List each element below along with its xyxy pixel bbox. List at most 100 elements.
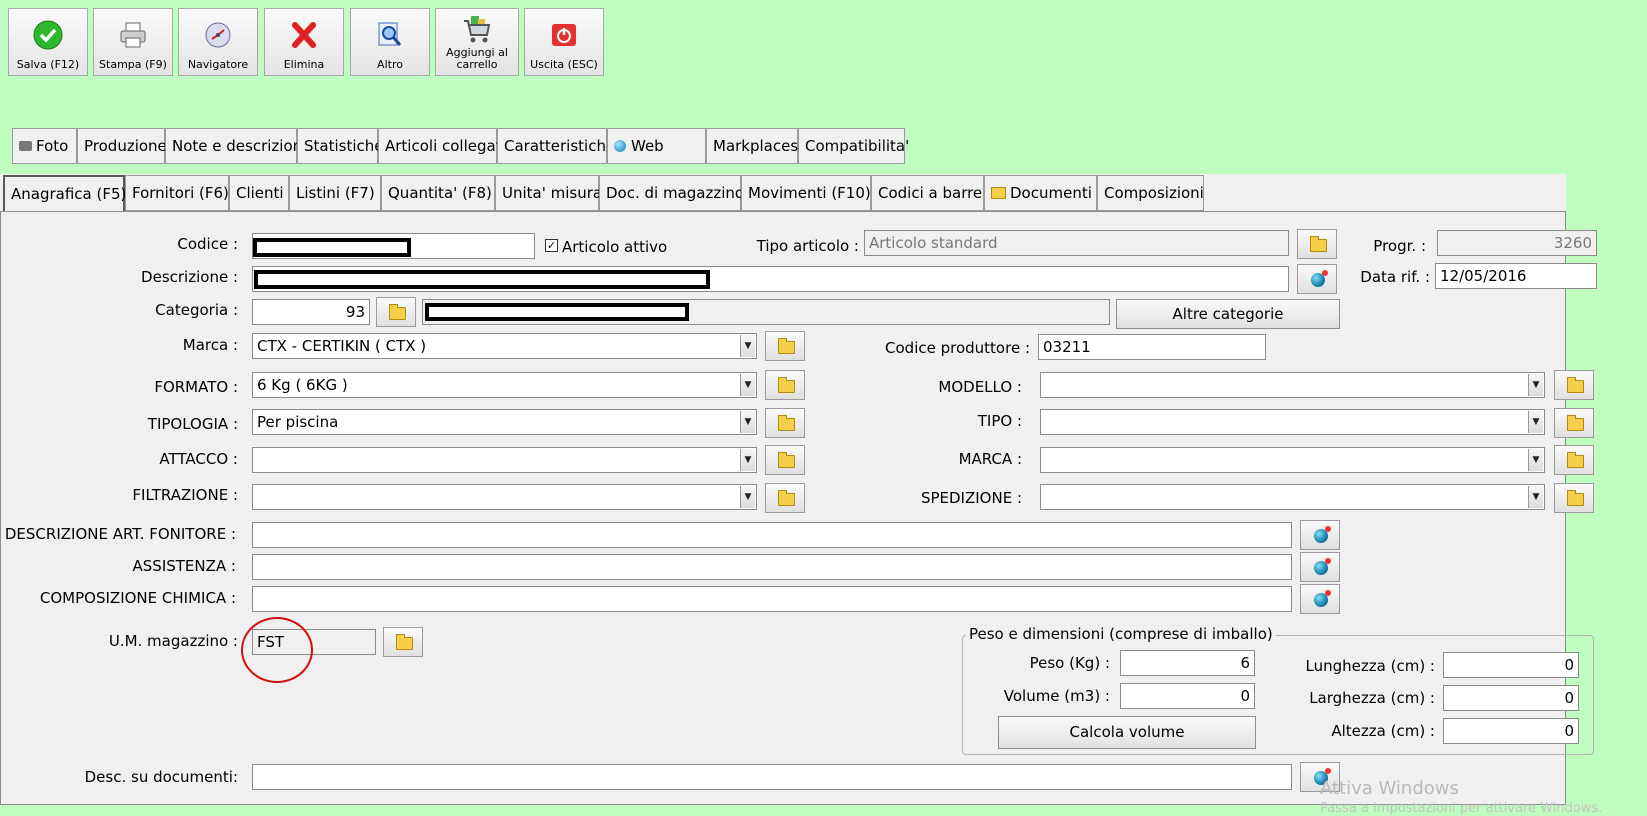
desc-documenti-input[interactable] <box>252 764 1292 790</box>
assistenza-web-button[interactable] <box>1300 552 1340 582</box>
altezza-input[interactable]: 0 <box>1443 718 1579 744</box>
delete-button[interactable]: Elimina <box>264 8 344 76</box>
folder-icon <box>778 377 795 393</box>
tab-composizioni[interactable]: Composizioni <box>1097 175 1204 211</box>
tab-unita-misura[interactable]: Unita' misura <box>495 175 602 211</box>
spedizione-select[interactable]: ▼ <box>1040 484 1545 510</box>
folder-icon <box>778 490 795 506</box>
tab-caratteristiche[interactable]: Caratteristiche <box>497 128 615 164</box>
annotation-circle <box>241 617 313 683</box>
tab-note-label: Note e descrizioni <box>172 137 307 155</box>
volume-input[interactable]: 0 <box>1120 683 1255 709</box>
spedizione-folder-button[interactable] <box>1554 483 1594 513</box>
tab-movimenti[interactable]: Movimenti (F10) <box>741 175 871 211</box>
tab-anagrafica-label: Anagrafica (F5) <box>11 185 127 203</box>
tab-listini[interactable]: Listini (F7) <box>289 175 381 211</box>
folder-icon <box>389 304 406 320</box>
composizione-chimica-web-button[interactable] <box>1300 584 1340 614</box>
marca2-folder-button[interactable] <box>1554 445 1594 475</box>
tab-web[interactable]: Web <box>607 128 706 164</box>
formato-select[interactable]: 6 Kg ( 6KG ) ▼ <box>252 372 757 398</box>
tab-fornitori-label: Fornitori (F6) <box>132 184 229 202</box>
tipo-articolo-field[interactable]: Articolo standard <box>864 230 1289 256</box>
tab-articoli-collegati[interactable]: Articoli collegati <box>378 128 506 164</box>
navigator-button[interactable]: Navigatore <box>178 8 258 76</box>
marca2-label: MARCA : <box>958 450 1022 468</box>
tab-articoli-collegati-label: Articoli collegati <box>385 137 506 155</box>
marca2-select[interactable]: ▼ <box>1040 447 1545 473</box>
filtrazione-select[interactable]: ▼ <box>252 484 757 510</box>
altre-categorie-button[interactable]: Altre categorie <box>1116 299 1340 329</box>
tab-fornitori[interactable]: Fornitori (F6) <box>125 175 229 211</box>
formato-folder-button[interactable] <box>765 370 805 400</box>
tab-quantita-label: Quantita' (F8) <box>388 184 492 202</box>
tab-clienti[interactable]: Clienti <box>229 175 289 211</box>
marca-folder-button[interactable] <box>765 331 805 361</box>
print-button[interactable]: Stampa (F9) <box>93 8 173 76</box>
calcola-volume-button[interactable]: Calcola volume <box>998 716 1256 749</box>
tipo-articolo-label: Tipo articolo : <box>756 237 859 255</box>
tab-codici-barre[interactable]: Codici a barre <box>871 175 984 211</box>
tipologia-select[interactable]: Per piscina ▼ <box>252 409 757 435</box>
globe-icon <box>614 140 626 152</box>
tab-doc-magazzino-label: Doc. di magazzino <box>606 184 745 202</box>
tab-markplaces-label: Markplaces <box>713 137 799 155</box>
tipologia-select-value: Per piscina <box>257 413 339 431</box>
codice-label: Codice : <box>177 235 238 253</box>
folder-icon <box>1567 415 1584 431</box>
marca-select[interactable]: CTX - CERTIKIN ( CTX ) ▼ <box>252 333 757 359</box>
descrizione-web-button[interactable] <box>1297 264 1337 294</box>
articolo-attivo-label: Articolo attivo <box>562 238 668 256</box>
progr-field[interactable]: 3260 <box>1437 230 1597 256</box>
modello-folder-button[interactable] <box>1554 370 1594 400</box>
peso-input[interactable]: 6 <box>1120 650 1255 676</box>
tipo-select[interactable]: ▼ <box>1040 409 1545 435</box>
tab-quantita[interactable]: Quantita' (F8) <box>381 175 495 211</box>
filtrazione-folder-button[interactable] <box>765 483 805 513</box>
tipo-folder-button[interactable] <box>1554 408 1594 438</box>
tab-documenti-label: Documenti <box>1010 184 1092 202</box>
larghezza-input[interactable]: 0 <box>1443 685 1579 711</box>
tab-statistiche[interactable]: Statistiche <box>297 128 384 164</box>
um-magazzino-folder-button[interactable] <box>383 627 423 657</box>
tab-compatibilita[interactable]: Compatibilita' <box>798 128 909 164</box>
categoria-code-input[interactable]: 93 <box>252 299 370 325</box>
attacco-select[interactable]: ▼ <box>252 447 757 473</box>
categoria-folder-button[interactable] <box>376 297 416 327</box>
tab-documenti[interactable]: Documenti <box>984 175 1097 211</box>
tab-produzione[interactable]: Produzione <box>77 128 167 164</box>
save-button[interactable]: Salva (F12) <box>8 8 88 76</box>
chevron-down-icon: ▼ <box>740 411 755 433</box>
marca-label: Marca : <box>182 336 238 354</box>
assistenza-input[interactable] <box>252 554 1292 580</box>
data-rif-input[interactable]: 12/05/2016 <box>1435 263 1597 289</box>
tab-note-descrizioni[interactable]: Note e descrizioni <box>165 128 306 164</box>
desc-art-fornitore-input[interactable] <box>252 522 1292 548</box>
attacco-folder-button[interactable] <box>765 445 805 475</box>
chevron-down-icon: ▼ <box>740 374 755 396</box>
articolo-attivo-checkbox[interactable]: ✓ <box>545 239 558 252</box>
codice-produttore-input[interactable]: 03211 <box>1038 334 1266 360</box>
desc-art-fornitore-web-button[interactable] <box>1300 520 1340 550</box>
assistenza-label: ASSISTENZA : <box>132 557 236 575</box>
add-to-cart-label-line2: carrello <box>456 58 498 71</box>
delete-x-icon <box>292 22 316 48</box>
folder-icon <box>1567 452 1584 468</box>
lunghezza-input[interactable]: 0 <box>1443 652 1579 678</box>
exit-button[interactable]: Uscita (ESC) <box>524 8 604 76</box>
tab-markplaces[interactable]: Markplaces <box>706 128 798 164</box>
desc-art-fornitore-label: DESCRIZIONE ART. FONITORE : <box>4 525 236 543</box>
modello-select[interactable]: ▼ <box>1040 372 1545 398</box>
tipo-articolo-folder-button[interactable] <box>1297 229 1337 259</box>
activation-watermark-title: Attiva Windows <box>1320 778 1459 799</box>
composizione-chimica-input[interactable] <box>252 586 1292 612</box>
other-button[interactable]: Altro <box>350 8 430 76</box>
tab-anagrafica[interactable]: Anagrafica (F5) <box>3 175 127 213</box>
tipologia-folder-button[interactable] <box>765 408 805 438</box>
tab-doc-magazzino[interactable]: Doc. di magazzino <box>599 175 745 211</box>
peso-dimensioni-title: Peso e dimensioni (comprese di imballo) <box>966 625 1276 643</box>
print-label: Stampa (F9) <box>99 58 167 71</box>
add-to-cart-button[interactable]: Aggiungi al carrello <box>435 8 519 76</box>
tab-foto[interactable]: Foto <box>12 128 77 164</box>
checkmark-icon <box>33 20 63 50</box>
